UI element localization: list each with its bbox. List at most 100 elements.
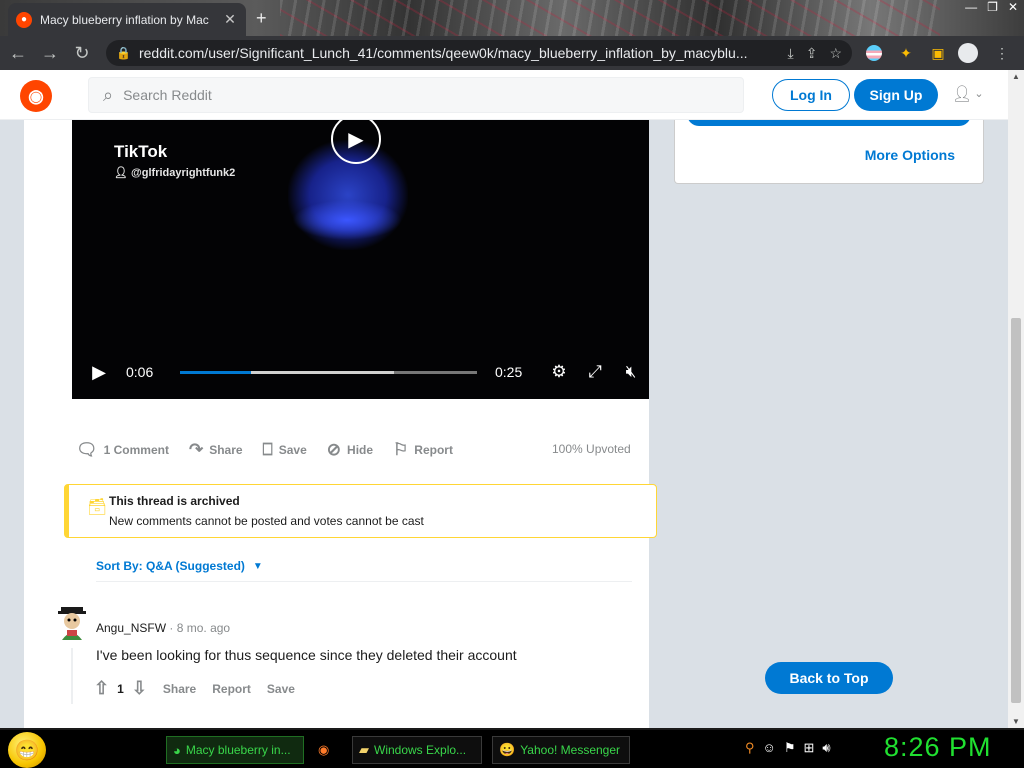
save-label: Save (278, 443, 307, 457)
user-icon: 👤︎ (952, 86, 973, 103)
tiktok-handle-text: @glfridayrightfunk2 (131, 167, 236, 179)
archived-message: New comments cannot be posted and votes … (109, 514, 424, 528)
comment-meta: Angu_NSFW · 8 mo. ago (96, 621, 230, 635)
volume-icon[interactable]: 🔊︎ (822, 740, 830, 756)
signup-button[interactable]: Sign Up (854, 79, 938, 111)
share-label: Share (209, 443, 243, 457)
comments-button[interactable]: 🗨︎ 1 Comment (76, 440, 169, 460)
comment-report-button[interactable]: Report (212, 682, 251, 696)
install-app-icon[interactable]: ⤓ (788, 45, 794, 62)
hide-label: Hide (347, 443, 374, 457)
comment-actions: ⇧ 1 ⇩ Share Report Save (94, 678, 295, 699)
comment-age[interactable]: 8 mo. ago (177, 621, 230, 635)
url-text: reddit.com/user/Significant_Lunch_41/com… (138, 45, 748, 61)
comment-share-button[interactable]: Share (163, 682, 196, 696)
more-options-link[interactable]: More Options (865, 147, 955, 163)
comments-label: 1 Comment (103, 443, 169, 457)
tab-strip: ● Macy blueberry inflation by Mac ✕ + — … (0, 0, 1024, 36)
reload-icon[interactable]: ↻ (68, 39, 96, 67)
chevron-down-icon: ⌄ (974, 88, 984, 100)
search-tray-icon[interactable]: ⚲ (745, 740, 755, 756)
hide-eye-icon: ⊘ (326, 440, 342, 459)
chrome-icon: ◕ (173, 742, 181, 758)
video-player[interactable]: TikTok 👤︎ @glfridayrightfunk2 ▶ ▶ 0:06 0… (72, 120, 649, 399)
tiktok-watermark: TikTok (114, 142, 168, 161)
sidebar-card: More Options (674, 120, 984, 184)
new-tab-icon[interactable]: + (256, 8, 267, 29)
play-icon[interactable]: ▶ (72, 362, 126, 383)
comment-bubble-icon: 🗨︎ (76, 440, 98, 459)
extensions-puzzle-icon[interactable]: ✦ (896, 43, 916, 63)
login-button[interactable]: Log In (772, 79, 850, 111)
taskbar-item-messenger[interactable]: 😀 Yahoo! Messenger (492, 736, 630, 764)
tab-title: Macy blueberry inflation by Mac (40, 12, 209, 27)
search-input[interactable] (123, 87, 684, 103)
comment-author[interactable]: Angu_NSFW (96, 621, 166, 635)
report-button[interactable]: ⚐ Report (393, 440, 453, 460)
divider (96, 581, 632, 582)
page-content: TikTok 👤︎ @glfridayrightfunk2 ▶ ▶ 0:06 0… (0, 120, 1008, 728)
taskbar-item-label: Yahoo! Messenger (520, 743, 621, 757)
share-page-icon[interactable]: ⇪ (806, 45, 818, 62)
current-time: 0:06 (126, 364, 154, 380)
network-icon[interactable]: ⊞ (803, 740, 814, 756)
maximize-icon[interactable]: ❐ (987, 0, 998, 14)
reddit-header: ◉ ⌕ Log In Sign Up 👤︎ ⌄ (0, 70, 1008, 120)
flag-tray-icon[interactable]: ⚑ (784, 740, 796, 756)
sidebar-primary-button[interactable] (687, 120, 971, 126)
taskbar-item-label: Macy blueberry in... (185, 743, 291, 757)
sort-label: Sort By: Q&A (Suggested) (96, 559, 245, 573)
forward-arrow-icon[interactable]: → (36, 39, 64, 67)
side-panel-icon[interactable]: ▣ (928, 43, 948, 63)
sort-dropdown[interactable]: Sort By: Q&A (Suggested) ▼ (96, 559, 263, 573)
page-scrollbar[interactable]: ▲ ▼ (1008, 70, 1024, 728)
taskbar-item-firefox[interactable]: ◉ (312, 736, 342, 764)
theme-background (280, 0, 940, 36)
mute-speaker-icon[interactable]: 🔇︎ (613, 362, 649, 382)
browser-tab-active[interactable]: ● Macy blueberry inflation by Mac ✕ (8, 3, 246, 36)
minimize-icon[interactable]: — (965, 0, 977, 14)
profile-avatar-icon[interactable] (958, 43, 978, 63)
progress-track[interactable] (180, 370, 477, 374)
report-label: Report (414, 443, 453, 457)
settings-gear-icon[interactable]: ⚙ (541, 362, 577, 382)
flag-icon: ⚐ (393, 440, 409, 459)
share-button[interactable]: ↷ Share (189, 440, 243, 460)
folder-icon: ▰ (359, 742, 369, 757)
downvote-arrow-icon[interactable]: ⇩ (132, 678, 147, 699)
archive-box-icon: 🗃︎ (87, 499, 108, 516)
browser-toolbar: ← → ↻ 🔒 reddit.com/user/Significant_Lunc… (0, 36, 1024, 70)
scroll-thumb[interactable] (1011, 318, 1021, 703)
profile-flag-icon[interactable] (864, 43, 884, 63)
taskbar-item-explorer[interactable]: ▰ Windows Explo... (352, 736, 482, 764)
fullscreen-icon[interactable]: ⤢ (577, 362, 613, 382)
upvote-arrow-icon[interactable]: ⇧ (94, 678, 109, 699)
archived-notice: 🗃︎ This thread is archived New comments … (64, 484, 657, 538)
back-to-top-button[interactable]: Back to Top (765, 662, 893, 694)
caret-down-icon: ▼ (252, 560, 263, 572)
clock: 8:26 PM (884, 732, 992, 762)
scroll-up-arrow-icon[interactable]: ▲ (1008, 72, 1024, 81)
browser-menu-icon[interactable]: ⋮ (992, 43, 1012, 63)
close-window-icon[interactable]: ✕ (1008, 0, 1018, 14)
thread-line[interactable] (71, 648, 73, 704)
tiktok-handle: 👤︎ @glfridayrightfunk2 (114, 167, 236, 179)
address-bar[interactable]: 🔒 reddit.com/user/Significant_Lunch_41/c… (106, 40, 852, 66)
reddit-logo-icon[interactable]: ◉ (20, 80, 52, 112)
user-menu[interactable]: 👤︎ ⌄ (952, 84, 984, 104)
bookmark-icon: ⎕ (262, 440, 273, 459)
back-arrow-icon[interactable]: ← (4, 39, 32, 67)
taskbar-item-chrome[interactable]: ◕ Macy blueberry in... (166, 736, 304, 764)
firefox-icon: ◉ (318, 742, 330, 757)
taskbar-item-label: Windows Explo... (374, 743, 467, 757)
bookmark-star-icon[interactable]: ☆ (829, 45, 842, 62)
save-button[interactable]: ⎕ Save (263, 440, 307, 460)
hide-button[interactable]: ⊘ Hide (327, 440, 373, 460)
scroll-down-arrow-icon[interactable]: ▼ (1008, 717, 1024, 726)
close-tab-icon[interactable]: ✕ (222, 11, 238, 28)
start-button-smiley-icon[interactable]: 😁 (8, 732, 46, 768)
commenter-avatar[interactable] (58, 604, 86, 640)
search-box[interactable]: ⌕ (88, 77, 744, 113)
messenger-tray-icon[interactable]: ☺ (763, 740, 776, 756)
comment-save-button[interactable]: Save (267, 682, 295, 696)
